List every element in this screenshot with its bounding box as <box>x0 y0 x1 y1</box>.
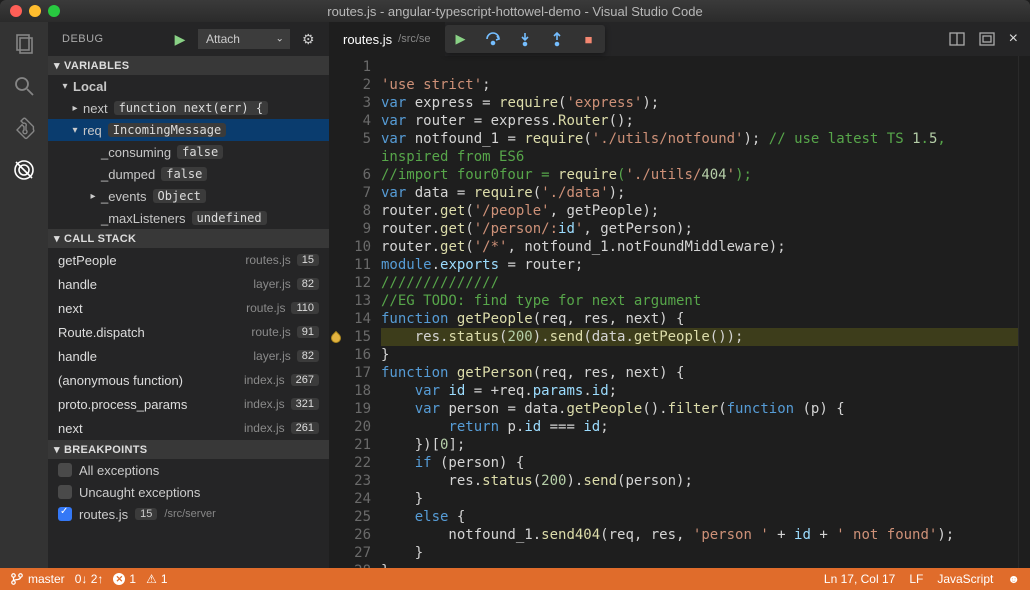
callstack-section-header[interactable]: ▾CALL STACK <box>48 229 329 248</box>
more-icon[interactable] <box>979 31 995 47</box>
git-icon[interactable] <box>12 116 36 140</box>
git-sync[interactable]: 0↓ 2↑ <box>75 572 104 586</box>
title-bar: routes.js - angular-typescript-hottowel-… <box>0 0 1030 22</box>
debug-toolbar: ▶ ■ <box>445 25 605 53</box>
debug-sidebar: DEBUG ▶ Attach ⚙ ▾VARIABLES ▾Local ▸next… <box>48 22 329 568</box>
continue-icon[interactable]: ▶ <box>453 31 469 47</box>
bp-file[interactable]: routes.js15/src/server <box>48 503 329 525</box>
editor-tabs: routes.js /src/se ▶ ■ × <box>329 22 1030 56</box>
callstack-row[interactable]: getPeopleroutes.js15 <box>48 248 329 272</box>
variable-row[interactable]: ▾reqIncomingMessage <box>48 119 329 141</box>
activity-bar <box>0 22 48 568</box>
code-editor[interactable]: 1234567891011121314151617181920212223242… <box>329 56 1030 568</box>
line-numbers: 1234567891011121314151617181920212223242… <box>347 56 381 568</box>
step-into-icon[interactable] <box>517 31 533 47</box>
variables-tree: ▾Local ▸nextfunction next(err) {▾reqInco… <box>48 75 329 229</box>
variable-row[interactable]: _maxListenersundefined <box>48 207 329 229</box>
editor-actions: × <box>937 22 1030 56</box>
callstack-row[interactable]: (anonymous function)index.js267 <box>48 368 329 392</box>
debug-config-select[interactable]: Attach <box>198 29 290 49</box>
search-icon[interactable] <box>12 74 36 98</box>
language-mode[interactable]: JavaScript <box>937 572 993 586</box>
tab-label: routes.js <box>343 32 392 47</box>
window-close[interactable] <box>10 5 22 17</box>
variable-row[interactable]: ▸_eventsObject <box>48 185 329 207</box>
checkbox-icon[interactable] <box>58 463 72 477</box>
breakpoint-gutter[interactable] <box>329 56 347 568</box>
start-debug-icon[interactable]: ▶ <box>175 31 186 48</box>
feedback-icon[interactable]: ☻ <box>1007 572 1020 586</box>
traffic-lights <box>0 5 60 17</box>
scrollbar[interactable] <box>1018 56 1030 568</box>
tab-path: /src/se <box>398 33 430 45</box>
code-content[interactable]: 'use strict';var express = require('expr… <box>381 56 1018 568</box>
bp-uncaught-exceptions[interactable]: Uncaught exceptions <box>48 481 329 503</box>
status-bar: master 0↓ 2↑ ✕1 ⚠ 1 Ln 17, Col 17 LF Jav… <box>0 568 1030 590</box>
cursor-position[interactable]: Ln 17, Col 17 <box>824 572 895 586</box>
stop-icon[interactable]: ■ <box>581 31 597 47</box>
warnings-indicator[interactable]: ⚠ 1 <box>146 572 167 586</box>
explorer-icon[interactable] <box>12 32 36 56</box>
callstack-label: CALL STACK <box>64 233 136 245</box>
callstack-row[interactable]: Route.dispatchroute.js91 <box>48 320 329 344</box>
eol-indicator[interactable]: LF <box>909 572 923 586</box>
callstack-list: getPeopleroutes.js15handlelayer.js82next… <box>48 248 329 440</box>
checkbox-icon[interactable] <box>58 507 72 521</box>
variable-row[interactable]: ▸nextfunction next(err) { <box>48 97 329 119</box>
variables-section-header[interactable]: ▾VARIABLES <box>48 56 329 75</box>
breakpoints-list: All exceptions Uncaught exceptions route… <box>48 459 329 525</box>
editor-area: routes.js /src/se ▶ ■ × 1234567891011121… <box>329 22 1030 568</box>
debug-header: DEBUG ▶ Attach ⚙ <box>48 22 329 56</box>
window-title: routes.js - angular-typescript-hottowel-… <box>0 4 1030 19</box>
step-over-icon[interactable] <box>485 31 501 47</box>
errors-indicator[interactable]: ✕1 <box>113 572 136 586</box>
callstack-row[interactable]: handlelayer.js82 <box>48 344 329 368</box>
callstack-row[interactable]: nextroute.js110 <box>48 296 329 320</box>
checkbox-icon[interactable] <box>58 485 72 499</box>
variable-row[interactable]: _consumingfalse <box>48 141 329 163</box>
variables-label: VARIABLES <box>64 60 129 72</box>
split-editor-icon[interactable] <box>949 31 965 47</box>
breakpoints-section-header[interactable]: ▾BREAKPOINTS <box>48 440 329 459</box>
bp-all-exceptions[interactable]: All exceptions <box>48 459 329 481</box>
window-maximize[interactable] <box>48 5 60 17</box>
callstack-row[interactable]: handlelayer.js82 <box>48 272 329 296</box>
scope-local[interactable]: ▾Local <box>48 75 329 97</box>
breakpoints-label: BREAKPOINTS <box>64 444 147 456</box>
window-minimize[interactable] <box>29 5 41 17</box>
variable-row[interactable]: _dumpedfalse <box>48 163 329 185</box>
debug-label: DEBUG <box>62 33 163 45</box>
tab-routes[interactable]: routes.js /src/se <box>329 22 445 56</box>
callstack-row[interactable]: proto.process_paramsindex.js321 <box>48 392 329 416</box>
close-icon[interactable]: × <box>1009 30 1018 48</box>
callstack-row[interactable]: nextindex.js261 <box>48 416 329 440</box>
gear-icon[interactable]: ⚙ <box>302 31 315 48</box>
step-out-icon[interactable] <box>549 31 565 47</box>
git-branch[interactable]: master <box>10 572 65 586</box>
debug-icon[interactable] <box>12 158 36 182</box>
